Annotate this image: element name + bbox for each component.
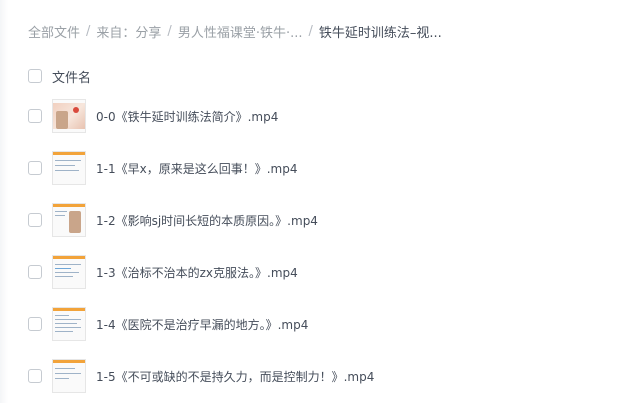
thumbnail-line	[55, 319, 81, 320]
thumbnail-figure	[69, 211, 81, 233]
breadcrumb-separator: /	[167, 23, 172, 39]
file-checkbox[interactable]	[28, 369, 42, 383]
thumbnail-band	[53, 360, 85, 363]
thumbnail-line	[55, 272, 79, 273]
breadcrumb-all-files[interactable]: 全部文件	[28, 22, 80, 41]
thumbnail-figure	[56, 111, 68, 129]
file-name[interactable]: 0-0《铁牛延时训练法简介》.mp4	[96, 108, 278, 125]
breadcrumb: 全部文件 / 来自：分享 / 男人性福课堂·铁牛·... / 铁牛延时训练法–视…	[28, 20, 442, 42]
thumbnail-line	[55, 170, 79, 171]
thumbnail-band	[53, 204, 85, 207]
thumbnail-line	[55, 264, 81, 265]
thumbnail-line	[55, 373, 81, 374]
video-thumbnail-icon[interactable]	[52, 203, 86, 237]
thumbnail-line	[55, 368, 75, 369]
video-thumbnail-icon[interactable]	[52, 99, 86, 133]
file-name[interactable]: 1-1《早x，原来是这么回事！》.mp4	[96, 160, 297, 177]
file-row[interactable]: 1-2《影响sj时间长短的本质原因。》.mp4	[28, 203, 318, 237]
thumbnail-line	[55, 211, 67, 212]
breadcrumb-current: 铁牛延时训练法–视...	[318, 25, 442, 41]
file-row[interactable]: 0-0《铁牛延时训练法简介》.mp4	[28, 99, 278, 133]
file-checkbox[interactable]	[28, 109, 42, 123]
thumbnail-image	[53, 103, 85, 129]
video-thumbnail-icon[interactable]	[52, 151, 86, 185]
thumbnail-line	[55, 327, 81, 328]
breadcrumb-from-share[interactable]: 来自：分享	[96, 22, 161, 41]
thumbnail-line	[55, 323, 77, 324]
thumbnail-line	[55, 276, 73, 277]
file-checkbox[interactable]	[28, 213, 42, 227]
file-name[interactable]: 1-2《影响sj时间长短的本质原因。》.mp4	[96, 212, 318, 229]
file-name[interactable]: 1-5《不可或缺的不是持久力，而是控制力！》.mp4	[96, 368, 374, 385]
thumbnail-line	[55, 165, 75, 166]
video-thumbnail-icon[interactable]	[52, 359, 86, 393]
thumbnail-line	[55, 331, 73, 332]
column-header-name[interactable]: 文件名	[52, 67, 91, 86]
breadcrumb-separator: /	[86, 23, 91, 39]
file-row[interactable]: 1-3《治标不治本的zx克服法。》.mp4	[28, 255, 298, 289]
file-browser: 全部文件 / 来自：分享 / 男人性福课堂·铁牛·... / 铁牛延时训练法–视…	[0, 0, 623, 403]
thumbnail-line	[55, 378, 69, 379]
thumbnail-band	[53, 152, 85, 155]
file-row[interactable]: 1-1《早x，原来是这么回事！》.mp4	[28, 151, 297, 185]
thumbnail-band	[53, 256, 85, 259]
file-name[interactable]: 1-3《治标不治本的zx克服法。》.mp4	[96, 264, 298, 281]
list-header: 文件名	[28, 66, 91, 86]
breadcrumb-separator: /	[308, 23, 313, 39]
video-thumbnail-icon[interactable]	[52, 255, 86, 289]
sidebar-edge	[0, 0, 8, 403]
thumbnail-line	[55, 160, 81, 161]
file-row[interactable]: 1-5《不可或缺的不是持久力，而是控制力！》.mp4	[28, 359, 374, 393]
thumbnail-line	[55, 215, 65, 216]
file-checkbox[interactable]	[28, 317, 42, 331]
thumbnail-band	[53, 308, 85, 311]
file-row[interactable]: 1-4《医院不是治疗早漏的地方。》.mp4	[28, 307, 308, 341]
video-thumbnail-icon[interactable]	[52, 307, 86, 341]
thumbnail-line	[55, 315, 69, 316]
thumbnail-mark	[73, 107, 79, 113]
breadcrumb-folder[interactable]: 男人性福课堂·铁牛·...	[178, 22, 303, 41]
thumbnail-line	[55, 268, 71, 269]
select-all-checkbox[interactable]	[28, 69, 42, 83]
file-name[interactable]: 1-4《医院不是治疗早漏的地方。》.mp4	[96, 316, 308, 333]
file-checkbox[interactable]	[28, 161, 42, 175]
file-checkbox[interactable]	[28, 265, 42, 279]
